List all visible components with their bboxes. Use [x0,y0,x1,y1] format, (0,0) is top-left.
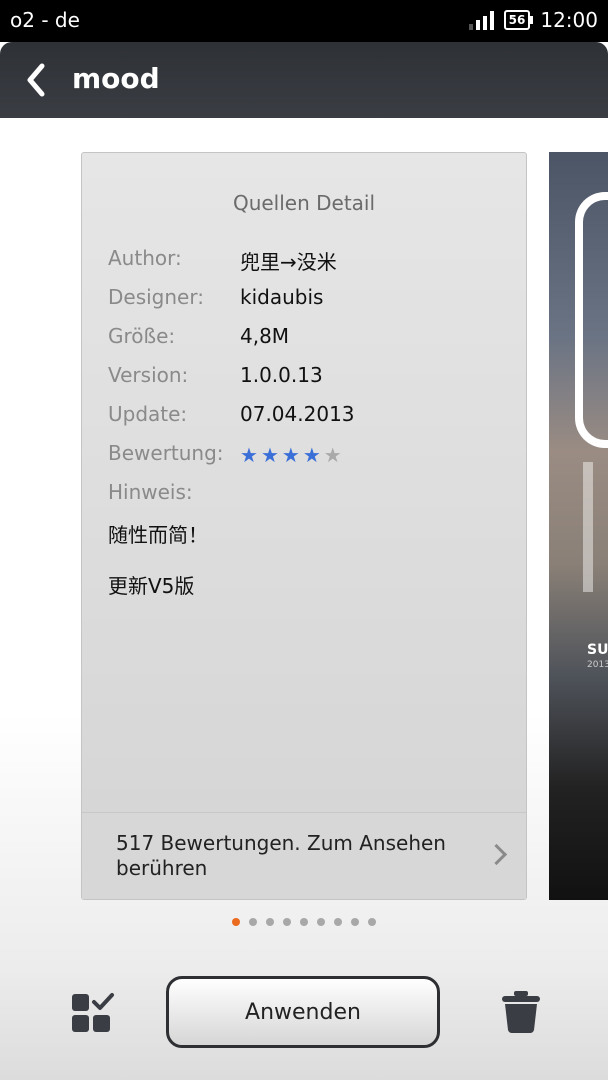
source-detail-card: Quellen Detail Author: 兜里→没米 Designer: k… [81,152,527,900]
page-title: mood [72,62,160,95]
note-label: Hinweis: [108,480,193,504]
apply-button[interactable]: Anwenden [166,976,440,1048]
note-line: 更新V5版 [108,574,195,598]
page-dot [300,918,308,926]
clock: 12:00 [540,8,598,32]
chevron-right-icon [485,843,508,866]
page-dot [249,918,257,926]
preview-graphic [583,462,608,592]
battery-icon: 56 [503,10,534,30]
designer-label: Designer: [108,285,204,309]
theme-preview-image[interactable]: SU 2013 [549,152,608,900]
size-value: 4,8M [240,324,290,348]
card-title: Quellen Detail [232,191,376,215]
back-button[interactable] [18,60,58,100]
grid-cell [93,1015,110,1032]
star-filled-icon: ★ [281,443,300,467]
reviews-button[interactable]: 517 Bewertungen. Zum Ansehen berühren [82,812,526,899]
preview-text: SU [587,642,608,658]
star-filled-icon: ★ [302,443,321,467]
preview-clock-graphic [575,192,608,448]
author-label: Author: [108,246,182,270]
version-value: 1.0.0.13 [240,363,323,387]
preview-subtext: 2013 [587,660,608,670]
author-value: 兜里→没米 [240,250,337,274]
star-empty-icon: ★ [323,443,342,467]
page-dot [334,918,342,926]
page-dot [317,918,325,926]
page-dot [351,918,359,926]
page-dot-active [232,918,240,926]
signal-icon [468,10,494,30]
rating-label: Bewertung: [108,441,224,465]
grid-cell [72,994,89,1011]
carrier-name: o2 - de [10,8,80,32]
theme-detail-content: Quellen Detail Author: 兜里→没米 Designer: k… [0,118,608,968]
bottom-action-bar: Anwenden [0,968,608,1080]
reviews-text: 517 Bewertungen. Zum Ansehen berühren [116,831,446,880]
page-dot [368,918,376,926]
page-dot [266,918,274,926]
star-filled-icon: ★ [260,443,279,467]
update-value: 07.04.2013 [240,402,355,426]
page-indicator [232,918,376,926]
size-label: Größe: [108,324,176,348]
chevron-left-icon [27,63,45,97]
update-label: Update: [108,402,188,426]
rating-stars: ★ ★ ★ ★ ★ [240,443,342,467]
grid-check-icon[interactable] [72,993,114,1034]
designer-value: kidaubis [240,285,324,309]
star-filled-icon: ★ [240,443,258,467]
status-icons: 56 12:00 [468,8,598,32]
page-dot [283,918,291,926]
title-bar: mood [0,42,608,118]
version-label: Version: [108,363,189,387]
status-bar: o2 - de 56 12:00 [0,0,608,42]
check-icon [92,993,114,1010]
trash-glyph [502,991,540,1033]
note-line: 随性而简！ [108,523,208,547]
trash-icon[interactable] [500,990,542,1034]
grid-cell [72,1015,89,1032]
